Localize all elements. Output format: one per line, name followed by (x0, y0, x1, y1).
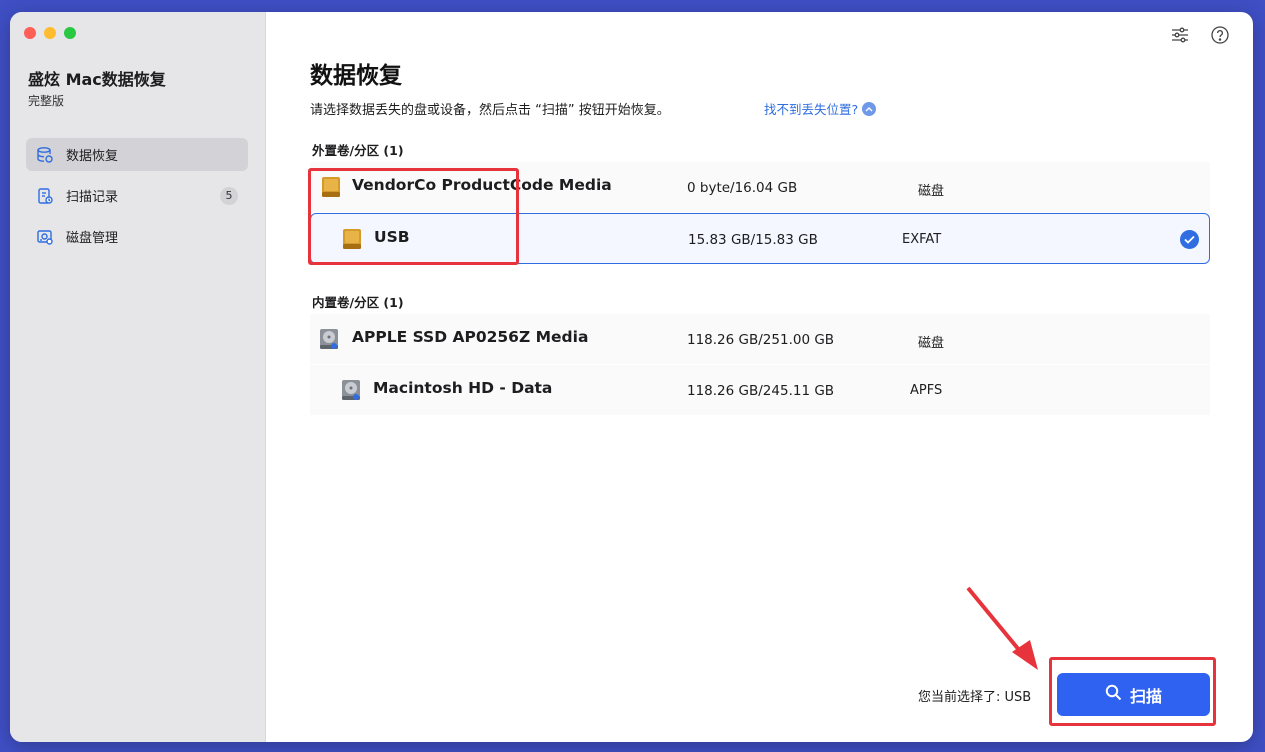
settings-sliders-icon[interactable] (1169, 24, 1191, 46)
drive-size: 118.26 GB/251.00 GB (687, 332, 835, 348)
drive-row[interactable]: Macintosh HD - Data 118.26 GB/245.11 GB … (310, 365, 1210, 416)
close-window-button[interactable] (24, 27, 36, 39)
app-edition: 完整版 (28, 94, 65, 108)
drive-type: EXFAT (902, 232, 942, 247)
sidebar-item-label: 数据恢复 (66, 149, 119, 164)
toolbar (1169, 24, 1231, 46)
page-subtitle: 请选择数据丢失的盘或设备，然后点击 “扫描” 按钮开始恢复。 (310, 103, 670, 118)
drive-name: Macintosh HD - Data (373, 379, 553, 397)
sidebar-item-label: 磁盘管理 (66, 231, 119, 246)
drive-type: APFS (910, 383, 943, 398)
zoom-window-button[interactable] (64, 27, 76, 39)
disk-management-icon (36, 228, 54, 246)
annotation-arrow-icon (966, 586, 1038, 670)
internal-drive-icon (317, 327, 341, 351)
scan-button[interactable]: 扫描 (1057, 673, 1210, 716)
internal-drive-icon (339, 378, 363, 402)
drive-type: 磁盘 (918, 184, 945, 199)
scan-history-icon (36, 187, 54, 205)
sidebar-item-data-recovery[interactable]: 数据恢复 (26, 138, 248, 171)
drive-size: 0 byte/16.04 GB (687, 180, 798, 196)
internal-drive-list: APPLE SSD AP0256Z Media 118.26 GB/251.00… (310, 314, 1210, 416)
drive-type: 磁盘 (918, 336, 945, 351)
app-window: 盛炫 Mac数据恢复 完整版 数据恢复 扫描记录 5 磁盘管理 数据恢复 请选择… (10, 12, 1253, 742)
page-title: 数据恢复 (310, 63, 402, 89)
app-title: 盛炫 Mac数据恢复 (28, 70, 166, 89)
drive-size: 15.83 GB/15.83 GB (688, 232, 818, 248)
help-icon[interactable] (1209, 24, 1231, 46)
selected-check-icon (1180, 230, 1199, 249)
sidebar-item-label: 扫描记录 (66, 190, 119, 205)
sidebar-item-scan-history[interactable]: 扫描记录 5 (26, 179, 248, 212)
main-panel: 数据恢复 请选择数据丢失的盘或设备，然后点击 “扫描” 按钮开始恢复。 找不到丢… (266, 12, 1253, 742)
drive-row[interactable]: APPLE SSD AP0256Z Media 118.26 GB/251.00… (310, 314, 1210, 365)
cannot-find-location-link[interactable]: 找不到丢失位置? (764, 99, 877, 118)
sidebar: 盛炫 Mac数据恢复 完整版 数据恢复 扫描记录 5 磁盘管理 (10, 12, 266, 742)
drive-name: APPLE SSD AP0256Z Media (352, 328, 589, 346)
search-icon (1105, 684, 1122, 706)
scan-history-count-badge: 5 (220, 187, 238, 205)
help-link-label: 找不到丢失位置? (764, 102, 859, 117)
annotation-highlight-box (308, 168, 519, 265)
window-controls (24, 27, 76, 39)
sidebar-item-disk-management[interactable]: 磁盘管理 (26, 220, 248, 253)
database-icon (36, 146, 54, 164)
external-section-label: 外置卷/分区 (1) (312, 143, 404, 158)
scan-button-label: 扫描 (1129, 688, 1162, 706)
internal-section-label: 内置卷/分区 (1) (312, 295, 404, 310)
minimize-window-button[interactable] (44, 27, 56, 39)
drive-size: 118.26 GB/245.11 GB (687, 383, 835, 399)
chevron-up-icon (862, 101, 877, 116)
sidebar-nav: 数据恢复 扫描记录 5 磁盘管理 (26, 138, 248, 261)
current-selection-label: 您当前选择了: USB (918, 690, 1032, 705)
